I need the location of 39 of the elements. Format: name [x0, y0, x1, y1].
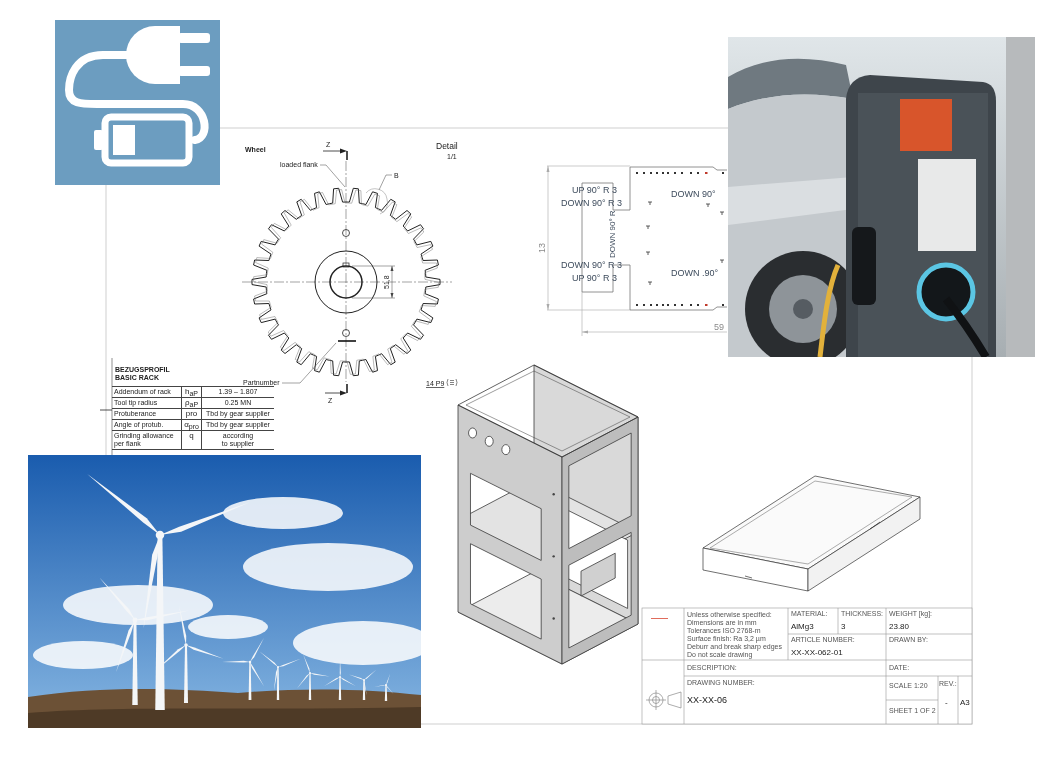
section-arrow	[322, 148, 348, 161]
bend-tick-icon	[645, 251, 651, 256]
field-value: 3	[841, 622, 846, 631]
field-value: -	[945, 698, 948, 707]
leader-line	[319, 164, 346, 188]
table-cell: α$_{pro}$	[182, 420, 202, 431]
dash-mark-icon	[650, 618, 669, 619]
field-value: AlMg3	[791, 622, 814, 631]
bend-note: DOWN 90° R	[608, 210, 617, 258]
bend-note: UP 90° R 3	[572, 273, 617, 283]
table-cell: pro	[182, 409, 202, 420]
bend-note: DOWN 90°	[671, 189, 716, 199]
bend-tick-icon	[647, 201, 653, 206]
table-cell: h$_{aP}$	[182, 387, 202, 398]
plug-battery-icon	[55, 20, 220, 185]
field-value: XX-XX-06	[687, 695, 728, 705]
dimension-value: 13	[537, 243, 547, 253]
sheet-format: A3	[960, 698, 970, 707]
leader-line	[281, 342, 337, 384]
leader-line	[378, 174, 393, 191]
dimension-line	[351, 265, 396, 299]
section-arrow	[324, 383, 348, 396]
bend-note: DOWN 90° R 3	[561, 198, 623, 208]
view-title: Detail	[436, 141, 458, 151]
field-value: 23.80	[889, 622, 910, 631]
field-value: XX-XX-062-01	[791, 648, 843, 657]
projection-symbol-icon	[645, 689, 682, 711]
bend-tick-icon	[719, 211, 725, 216]
bend-tick-icon	[647, 281, 653, 286]
bend-tick-icon	[705, 203, 711, 208]
table-cell: q	[182, 431, 202, 450]
dimension-value: 59	[714, 322, 724, 332]
bend-tick-icon	[719, 259, 725, 264]
table-cell: ρ$_{aP}$	[182, 398, 202, 409]
bend-note: DOWN .90°	[671, 268, 719, 278]
bend-note: UP 90° R 3	[572, 185, 617, 195]
bend-tick-icon	[645, 225, 651, 230]
bend-note: DOWN 90° R 3	[561, 260, 623, 270]
tolerance-symbol-icon	[446, 378, 458, 387]
